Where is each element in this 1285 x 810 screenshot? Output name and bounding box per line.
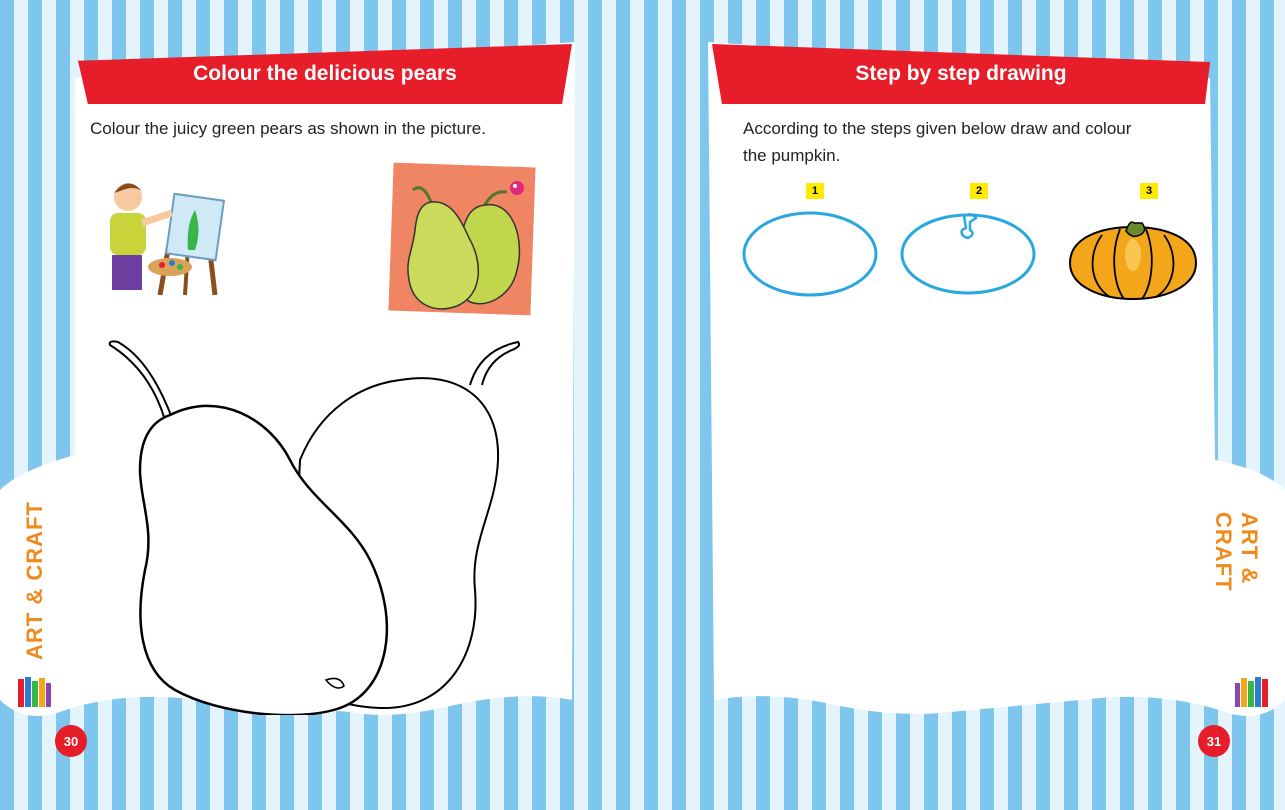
right-side-label: ART & CRAFT (1211, 512, 1262, 592)
book-stack-icon (1235, 677, 1268, 707)
right-instruction-line2: the pumpkin. (743, 146, 841, 165)
left-page-number: 30 (55, 725, 87, 757)
left-side-label: ART & CRAFT (22, 501, 47, 660)
book-stack-icon (18, 677, 51, 707)
pumpkin-step-ellipse-2 (900, 213, 1036, 295)
boy-painting-illustration (110, 183, 226, 296)
step-number-3: 3 (1140, 183, 1158, 199)
step-number-1: 1 (806, 183, 824, 199)
right-instruction-line1: According to the steps given below draw … (743, 119, 1132, 138)
left-page-title: Colour the delicious pears (193, 62, 457, 85)
step-number-2: 2 (970, 183, 988, 199)
left-instruction: Colour the juicy green pears as shown in… (90, 119, 486, 138)
right-page-number: 31 (1198, 725, 1230, 757)
pumpkin-colored (1068, 221, 1198, 301)
pumpkin-step-ellipse-1 (742, 211, 878, 297)
pear-outline-drawing (108, 340, 521, 715)
pear-reference-card (388, 162, 536, 316)
right-page-title: Step by step drawing (855, 62, 1067, 85)
